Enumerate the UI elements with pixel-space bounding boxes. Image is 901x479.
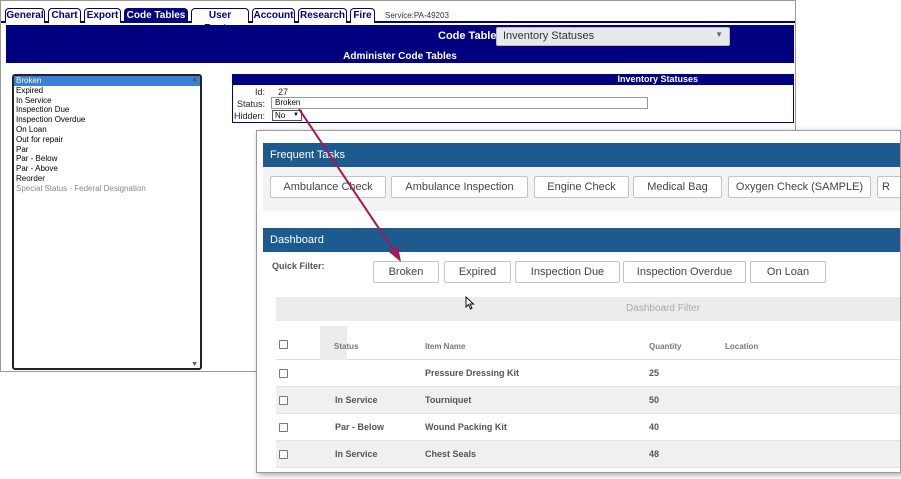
list-item[interactable]: Expired	[14, 86, 200, 96]
admin-title: Administer Code Tables	[343, 51, 457, 62]
hidden-label: Hidden:	[233, 111, 265, 121]
list-item[interactable]: Par - Above	[14, 164, 200, 174]
id-label: Id:	[254, 87, 265, 97]
cell-quantity: 40	[649, 422, 660, 432]
cell-quantity: 50	[649, 395, 660, 405]
filter-expired-button[interactable]: Expired	[444, 261, 511, 283]
dashboard-filter-bar[interactable]: Dashboard Filter	[276, 297, 900, 321]
row-checkbox[interactable]	[279, 396, 288, 405]
code-table-select-value: Inventory Statuses	[503, 30, 595, 42]
tab-user-roster[interactable]: User Roster	[191, 8, 249, 34]
tab-code-tables[interactable]: Code Tables	[124, 8, 188, 23]
cell-item-name: Pressure Dressing Kit	[425, 368, 520, 378]
detail-title: Inventory Statuses	[232, 74, 794, 85]
task-engine-check-button[interactable]: Engine Check	[534, 176, 629, 198]
row-checkbox[interactable]	[279, 423, 288, 432]
service-label: Service:PA-49203	[385, 11, 449, 20]
list-item[interactable]: In Service	[14, 96, 200, 106]
cell-item-name: Tourniquet	[425, 395, 472, 405]
id-value: 27	[278, 87, 289, 97]
tab-export[interactable]: Export	[84, 8, 121, 23]
task-ambulance-inspection-button[interactable]: Ambulance Inspection	[391, 176, 528, 198]
task-ambulance-check-button[interactable]: Ambulance Check	[270, 176, 386, 198]
code-table-label: Code Table:	[438, 30, 501, 42]
cell-quantity: 48	[649, 449, 660, 459]
select-all-checkbox[interactable]	[279, 340, 288, 349]
column-location[interactable]: Location	[725, 342, 758, 351]
tab-fire[interactable]: Fire	[350, 8, 375, 23]
filter-broken-button[interactable]: Broken	[373, 261, 439, 283]
filter-inspection-due-button[interactable]: Inspection Due	[515, 261, 620, 283]
table-row[interactable]: In Service Chest Seals 48	[276, 441, 900, 468]
task-medical-bag-button[interactable]: Medical Bag	[633, 176, 722, 198]
filter-on-loan-button[interactable]: On Loan	[750, 261, 826, 283]
table-row[interactable]: Par - Below Wound Packing Kit 40	[276, 414, 900, 441]
frequent-tasks-header: Frequent Tasks	[263, 143, 900, 167]
column-status[interactable]: Status	[334, 342, 358, 351]
quick-filter-label: Quick Filter:	[272, 261, 325, 271]
cell-status: In Service	[335, 395, 378, 405]
cell-quantity: 25	[649, 368, 660, 378]
filter-inspection-overdue-button[interactable]: Inspection Overdue	[623, 261, 746, 283]
tab-account[interactable]: Account	[252, 8, 295, 23]
list-item[interactable]: Broken	[14, 76, 200, 86]
list-item[interactable]: On Loan	[14, 125, 200, 135]
cell-item-name: Chest Seals	[425, 449, 477, 459]
list-item[interactable]: Par	[14, 145, 200, 155]
list-item[interactable]: Inspection Overdue	[14, 115, 200, 125]
chevron-down-icon: ▼	[715, 30, 723, 39]
list-item[interactable]: Out for repair	[14, 135, 200, 145]
task-oxygen-check-button[interactable]: Oxygen Check (SAMPLE)	[728, 176, 871, 198]
column-item-name[interactable]: Item Name	[425, 342, 465, 351]
list-item[interactable]: Special Status - Federal Designation	[14, 184, 200, 194]
cell-status: In Service	[335, 449, 378, 459]
row-checkbox[interactable]	[279, 369, 288, 378]
list-item[interactable]: Par - Below	[14, 154, 200, 164]
status-list[interactable]: Broken Expired In Service Inspection Due Ins…	[12, 74, 202, 370]
dashboard-header: Dashboard	[263, 228, 900, 252]
scroll-up-icon[interactable]: ▲	[191, 76, 198, 83]
hidden-select-value: No	[275, 111, 286, 120]
mouse-cursor-icon	[465, 296, 475, 310]
chevron-down-icon: ▼	[293, 112, 299, 118]
table-row[interactable]: In Service Tourniquet 50	[276, 387, 900, 414]
hidden-select[interactable]: No ▼	[272, 110, 302, 121]
code-table-select[interactable]: Inventory Statuses ▼	[496, 27, 730, 46]
tab-chart[interactable]: Chart	[48, 8, 81, 23]
tab-general[interactable]: General	[5, 8, 45, 23]
cell-item-name: Wound Packing Kit	[425, 422, 507, 432]
tab-research[interactable]: Research	[298, 8, 347, 23]
grid-header: Status Item Name Quantity Location	[276, 326, 900, 360]
status-label: Status:	[236, 99, 265, 109]
table-row[interactable]: Pressure Dressing Kit 25	[276, 360, 900, 387]
task-more-button[interactable]: R	[877, 176, 900, 198]
list-item[interactable]: Reorder	[14, 174, 200, 184]
cell-status: Par - Below	[335, 422, 385, 432]
dashboard-window: Frequent Tasks Ambulance Check Ambulance…	[256, 130, 901, 473]
tab-bar: General Chart Export Code Tables User Ro…	[1, 1, 795, 34]
row-checkbox[interactable]	[279, 450, 288, 459]
scroll-down-icon[interactable]: ▼	[191, 361, 198, 368]
status-input[interactable]: Broken	[271, 97, 648, 109]
list-item[interactable]: Inspection Due	[14, 105, 200, 115]
column-quantity[interactable]: Quantity	[649, 342, 681, 351]
